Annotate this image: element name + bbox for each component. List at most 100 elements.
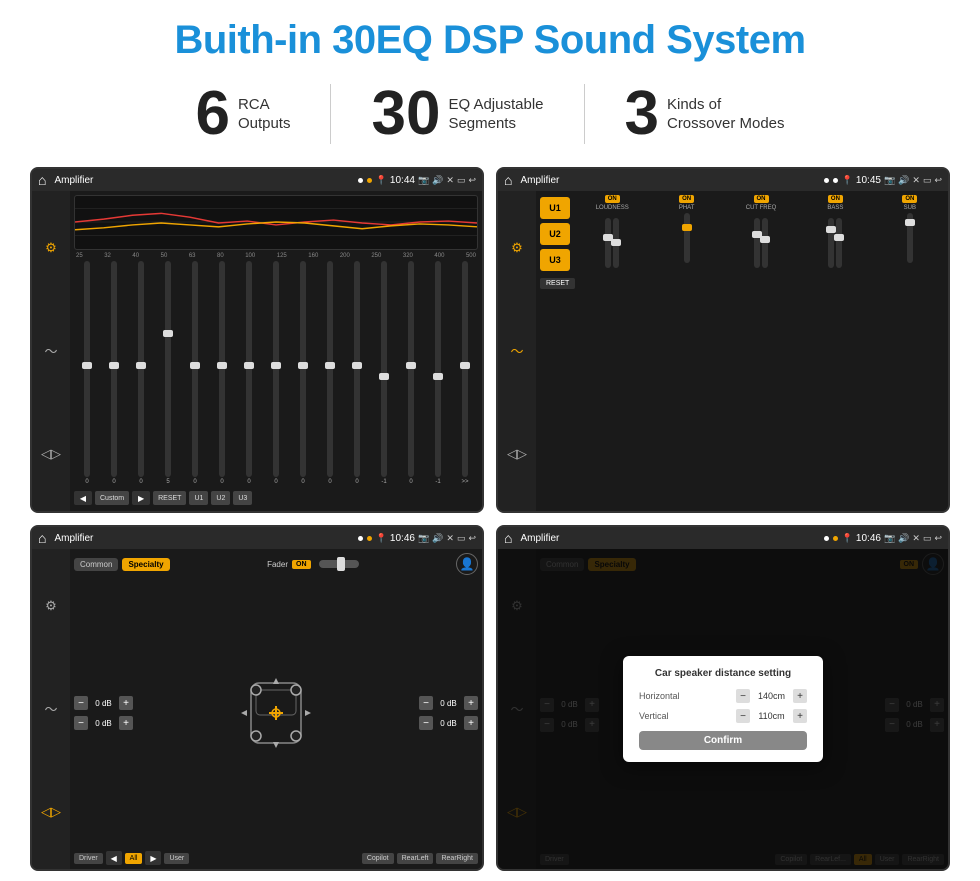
minus-fr2[interactable]: − <box>419 716 433 730</box>
u2-btn-s1[interactable]: U2 <box>211 491 230 505</box>
fader-on-badge[interactable]: ON <box>292 560 311 569</box>
slider-thumb-14[interactable] <box>433 373 443 380</box>
back-icon-s4[interactable]: ↩ <box>934 533 942 544</box>
bass-thumb2[interactable] <box>834 234 844 241</box>
speaker-icon-s2[interactable]: ◁▷ <box>504 441 530 467</box>
minus-fl1[interactable]: − <box>74 696 88 710</box>
horizontal-minus[interactable]: − <box>736 689 750 703</box>
wave-icon-s3[interactable]: 〜 <box>38 696 64 722</box>
plus-fr2[interactable]: + <box>464 716 478 730</box>
slider-track-2[interactable] <box>111 261 117 477</box>
minus-fl2[interactable]: − <box>74 716 88 730</box>
speaker-icon-s3[interactable]: ◁▷ <box>38 799 64 825</box>
home-icon-s2[interactable]: ⌂ <box>504 172 512 188</box>
slider-track-15[interactable] <box>462 261 468 477</box>
back-icon-s2[interactable]: ↩ <box>934 175 942 186</box>
minimize-icon-s3[interactable]: ▭ <box>457 533 466 544</box>
close-icon[interactable]: ✕ <box>446 175 454 186</box>
slider-track-11[interactable] <box>354 261 360 477</box>
close-icon-s4[interactable]: ✕ <box>912 533 920 544</box>
minimize-icon-s2[interactable]: ▭ <box>923 175 932 186</box>
slider-track-1[interactable] <box>84 261 90 477</box>
left-arrow-btn[interactable]: ◀ <box>106 851 122 865</box>
slider-thumb-8[interactable] <box>271 362 281 369</box>
plus-fr1[interactable]: + <box>464 696 478 710</box>
close-icon-s3[interactable]: ✕ <box>446 533 454 544</box>
slider-track-3[interactable] <box>138 261 144 477</box>
slider-track-5[interactable] <box>192 261 198 477</box>
specialty-tab-s3[interactable]: Specialty <box>122 558 169 571</box>
eq-icon-s2[interactable]: ⚙ <box>504 235 530 261</box>
bass-on[interactable]: ON <box>828 195 843 203</box>
close-icon-s2[interactable]: ✕ <box>912 175 920 186</box>
wave-icon-s2[interactable]: 〜 <box>504 338 530 364</box>
home-icon-s4[interactable]: ⌂ <box>504 530 512 546</box>
back-icon-s3[interactable]: ↩ <box>468 533 476 544</box>
common-tab-s3[interactable]: Common <box>74 558 118 571</box>
slider-track-9[interactable] <box>300 261 306 477</box>
rear-left-btn-s3[interactable]: RearLeft <box>397 853 434 864</box>
home-icon-s3[interactable]: ⌂ <box>38 530 46 546</box>
slider-thumb-13[interactable] <box>406 362 416 369</box>
slider-thumb-9[interactable] <box>298 362 308 369</box>
slider-track-6[interactable] <box>219 261 225 477</box>
u1-btn-s1[interactable]: U1 <box>189 491 208 505</box>
slider-thumb-15[interactable] <box>460 362 470 369</box>
slider-track-13[interactable] <box>408 261 414 477</box>
next-btn[interactable]: ▶ <box>132 491 150 505</box>
back-icon[interactable]: ↩ <box>468 175 476 186</box>
cutfreq-on[interactable]: ON <box>754 195 769 203</box>
eq-icon[interactable]: ⚙ <box>38 235 64 261</box>
sub-thumb[interactable] <box>905 219 915 226</box>
user-btn-s3[interactable]: User <box>164 853 189 864</box>
copilot-btn-s3[interactable]: Copilot <box>362 853 394 864</box>
horizontal-plus[interactable]: + <box>793 689 807 703</box>
slider-track-8[interactable] <box>273 261 279 477</box>
sub-on[interactable]: ON <box>902 195 917 203</box>
u3-btn-s1[interactable]: U3 <box>233 491 252 505</box>
slider-thumb-3[interactable] <box>136 362 146 369</box>
slider-thumb-10[interactable] <box>325 362 335 369</box>
plus-fl2[interactable]: + <box>119 716 133 730</box>
slider-thumb-11[interactable] <box>352 362 362 369</box>
speaker-icon[interactable]: ◁▷ <box>38 441 64 467</box>
slider-thumb-12[interactable] <box>379 373 389 380</box>
u2-btn[interactable]: U2 <box>540 223 570 245</box>
cutfreq-thumb2[interactable] <box>760 236 770 243</box>
bass-thumb1[interactable] <box>826 226 836 233</box>
slider-track-12[interactable] <box>381 261 387 477</box>
reset-btn-s2[interactable]: RESET <box>540 278 575 289</box>
slider-thumb-7[interactable] <box>244 362 254 369</box>
phat-thumb[interactable] <box>682 224 692 231</box>
slider-track-7[interactable] <box>246 261 252 477</box>
home-icon[interactable]: ⌂ <box>38 172 46 188</box>
plus-fl1[interactable]: + <box>119 696 133 710</box>
slider-thumb-5[interactable] <box>190 362 200 369</box>
minus-fr1[interactable]: − <box>419 696 433 710</box>
phat-on[interactable]: ON <box>679 195 694 203</box>
wave-icon[interactable]: 〜 <box>38 338 64 364</box>
slider-track-14[interactable] <box>435 261 441 477</box>
u3-btn[interactable]: U3 <box>540 249 570 271</box>
slider-thumb-2[interactable] <box>109 362 119 369</box>
minimize-icon-s4[interactable]: ▭ <box>923 533 932 544</box>
loudness-thumb2[interactable] <box>611 239 621 246</box>
all-btn-s3[interactable]: All <box>125 853 143 864</box>
confirm-button[interactable]: Confirm <box>639 731 807 750</box>
right-arrow-btn[interactable]: ▶ <box>145 851 161 865</box>
minimize-icon[interactable]: ▭ <box>457 175 466 186</box>
u1-btn[interactable]: U1 <box>540 197 570 219</box>
slider-thumb-6[interactable] <box>217 362 227 369</box>
slider-track-10[interactable] <box>327 261 333 477</box>
profile-icon-s3[interactable]: 👤 <box>456 553 478 575</box>
vertical-plus[interactable]: + <box>793 709 807 723</box>
custom-label[interactable]: Custom <box>95 491 129 505</box>
eq-icon-s3[interactable]: ⚙ <box>38 593 64 619</box>
slider-track-4[interactable] <box>165 261 171 477</box>
prev-btn[interactable]: ◀ <box>74 491 92 505</box>
driver-btn-s3[interactable]: Driver <box>74 853 103 864</box>
rear-right-btn-s3[interactable]: RearRight <box>436 853 478 864</box>
fader-slider-thumb[interactable] <box>337 557 345 571</box>
vertical-minus[interactable]: − <box>736 709 750 723</box>
loudness-on[interactable]: ON <box>605 195 620 203</box>
